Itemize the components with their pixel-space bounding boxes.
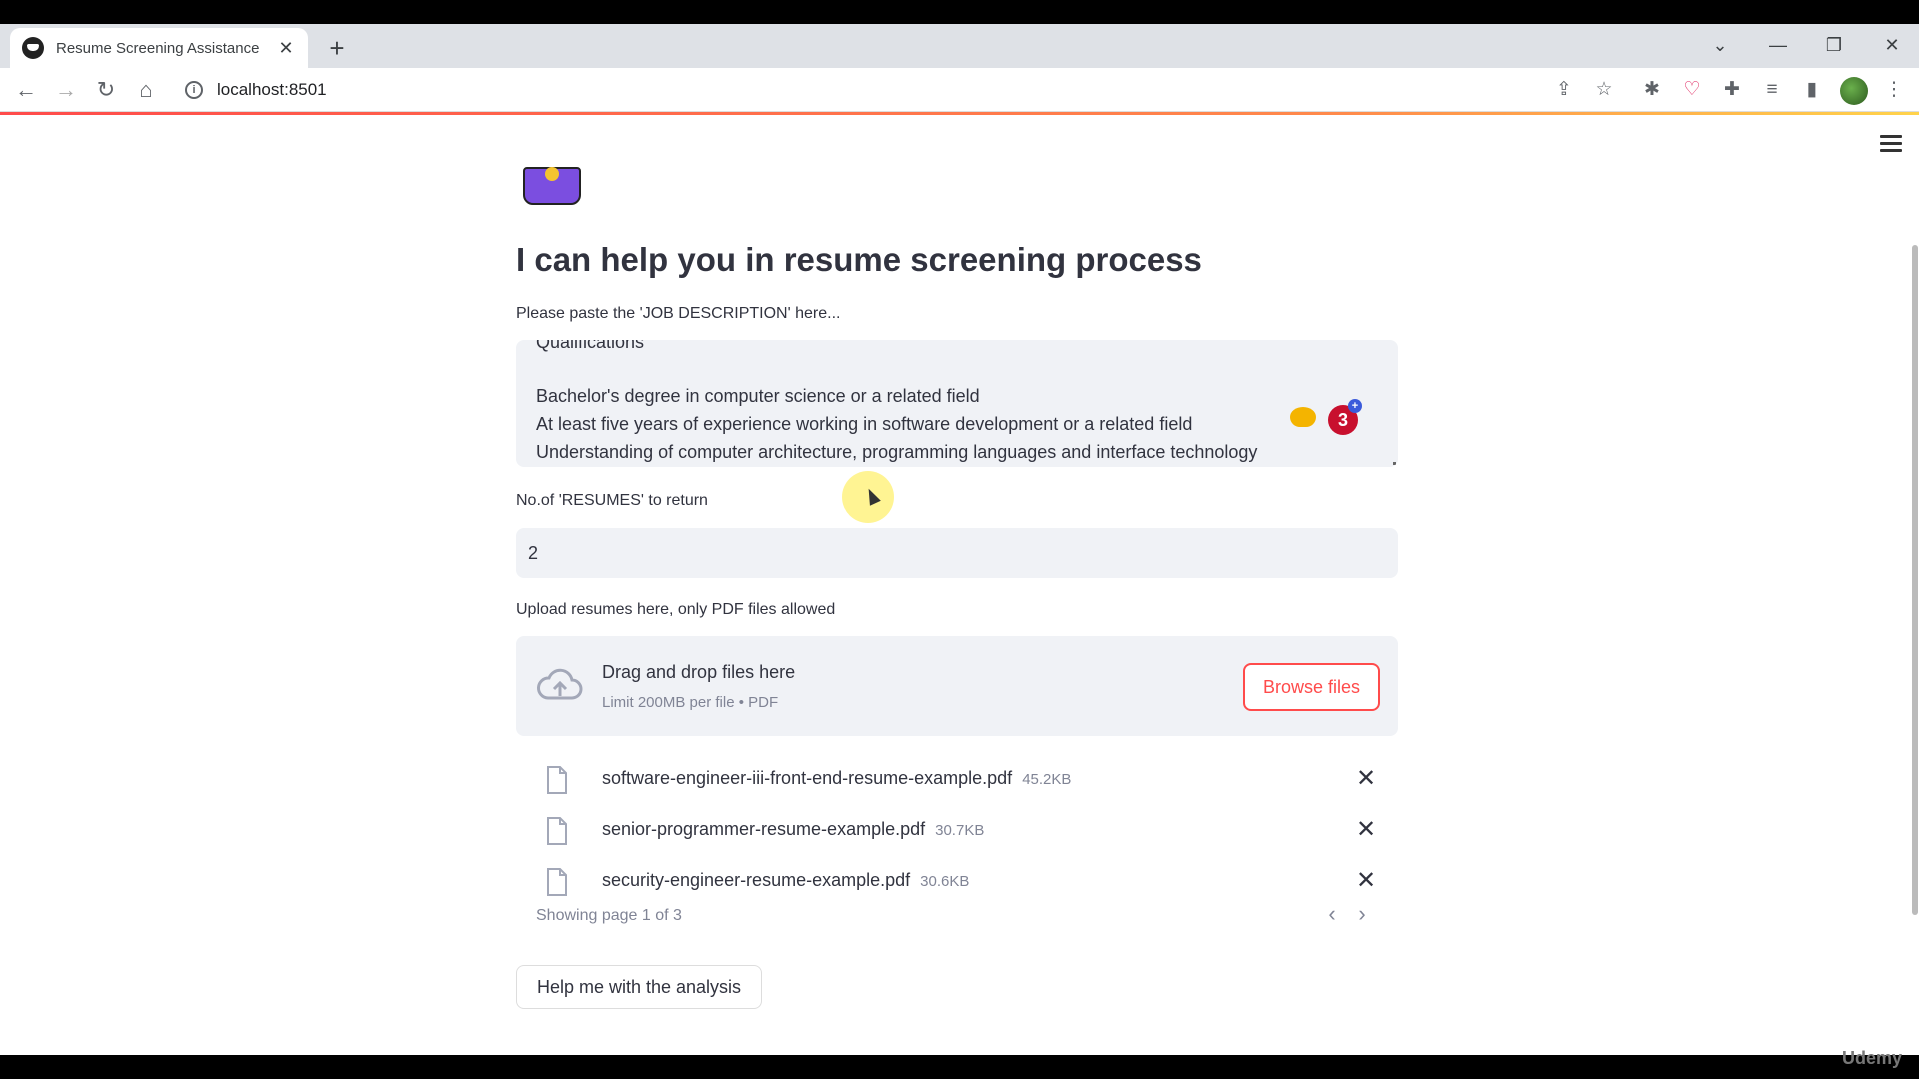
dropzone-limits: Limit 200MB per file • PDF xyxy=(602,694,779,711)
next-page-icon[interactable]: › xyxy=(1352,901,1372,927)
textarea-resize-handle[interactable] xyxy=(1393,462,1396,465)
browser-toolbar: ← → ↻ ⌂ i localhost:8501 ⇪ ☆ ✱ ♡ ✚ ≡ ▮ ⋮ xyxy=(0,68,1919,112)
udemy-watermark: Udemy xyxy=(1842,1048,1903,1068)
uploaded-file-row: software-engineer-iii-front-end-resume-e… xyxy=(516,755,1398,805)
side-panel-icon[interactable]: ▮ xyxy=(1796,74,1828,106)
file-name: software-engineer-iii-front-end-resume-e… xyxy=(602,768,1072,788)
streamlit-favicon-icon xyxy=(22,37,44,59)
uploaded-file-row: security-engineer-resume-example.pdf 30.6… xyxy=(516,857,1398,907)
browser-tab[interactable]: Resume Screening Assistance ✕ xyxy=(10,28,308,68)
file-icon xyxy=(547,817,567,845)
page-title: I can help you in resume screening proce… xyxy=(516,241,1202,278)
grammarly-hand-icon[interactable] xyxy=(1290,407,1316,427)
job-description-textarea[interactable]: Qualifications Bachelor's degree in comp… xyxy=(516,340,1398,467)
home-icon[interactable]: ⌂ xyxy=(130,74,162,106)
pocket-icon[interactable]: ♡ xyxy=(1676,74,1708,106)
main-menu-icon[interactable] xyxy=(1880,135,1902,156)
uploaded-file-row: senior-programmer-resume-example.pdf 30.7… xyxy=(516,806,1398,856)
jd-line: Bachelor's degree in computer science or… xyxy=(536,386,980,406)
jd-line: Qualifications xyxy=(536,340,645,352)
file-size: 45.2KB xyxy=(1022,771,1072,788)
profile-avatar[interactable] xyxy=(1840,77,1868,105)
site-info-icon[interactable]: i xyxy=(185,81,203,99)
file-size: 30.6KB xyxy=(920,873,970,890)
reload-icon[interactable]: ↻ xyxy=(90,74,122,106)
top-bezel xyxy=(0,0,1919,24)
resume-count-input[interactable]: 2 xyxy=(516,528,1398,578)
tab-strip: Resume Screening Assistance ✕ + ⌄ — ❐ ✕ xyxy=(0,24,1919,68)
badge-plus-icon: + xyxy=(1348,399,1362,413)
file-dropzone[interactable]: Drag and drop files here Limit 200MB per… xyxy=(516,636,1398,736)
page-scrollbar[interactable] xyxy=(1912,245,1918,915)
window-close-icon[interactable]: ✕ xyxy=(1872,30,1912,60)
remove-file-icon[interactable]: ✕ xyxy=(1354,867,1378,895)
extension-bug-icon[interactable]: ✱ xyxy=(1636,74,1668,106)
remove-file-icon[interactable]: ✕ xyxy=(1354,765,1378,793)
jd-line: At least five years of experience workin… xyxy=(536,414,1193,434)
app-page: I can help you in resume screening proce… xyxy=(0,115,1919,1055)
file-icon xyxy=(547,766,567,794)
browse-files-button[interactable]: Browse files xyxy=(1243,663,1380,711)
jd-label: Please paste the 'JOB DESCRIPTION' here.… xyxy=(516,305,841,322)
back-icon[interactable]: ← xyxy=(10,74,42,106)
minimize-icon[interactable]: — xyxy=(1758,30,1798,60)
file-name: senior-programmer-resume-example.pdf 30.7… xyxy=(602,819,985,839)
extensions-puzzle-icon[interactable]: ✚ xyxy=(1716,74,1748,106)
forward-icon[interactable]: → xyxy=(50,74,82,106)
file-name: security-engineer-resume-example.pdf 30.6… xyxy=(602,870,970,890)
address-bar[interactable]: i localhost:8501 xyxy=(185,68,327,112)
file-icon xyxy=(547,868,567,896)
remove-file-icon[interactable]: ✕ xyxy=(1354,816,1378,844)
upload-label: Upload resumes here, only PDF files allo… xyxy=(516,601,836,618)
count-label: No.of 'RESUMES' to return xyxy=(516,492,708,509)
previous-page-icon[interactable]: ‹ xyxy=(1322,901,1342,927)
bookmark-star-icon[interactable]: ☆ xyxy=(1588,74,1620,106)
file-size: 30.7KB xyxy=(935,822,985,839)
new-tab-button[interactable]: + xyxy=(322,32,352,64)
tab-search-icon[interactable]: ⌄ xyxy=(1700,30,1740,60)
tab-title: Resume Screening Assistance xyxy=(56,39,260,57)
extension-count-badge[interactable]: 3 + xyxy=(1328,399,1362,435)
pagination-status: Showing page 1 of 3 xyxy=(536,907,682,924)
analyze-button[interactable]: Help me with the analysis xyxy=(516,965,762,1009)
share-icon[interactable]: ⇪ xyxy=(1548,74,1580,106)
tab-close-icon[interactable]: ✕ xyxy=(276,38,296,59)
url-text[interactable]: localhost:8501 xyxy=(217,80,327,100)
reading-list-icon[interactable]: ≡ xyxy=(1756,74,1788,106)
browser-menu-icon[interactable]: ⋮ xyxy=(1878,74,1910,106)
robot-logo-icon xyxy=(523,167,581,205)
dropzone-instructions: Drag and drop files here xyxy=(602,662,796,682)
jd-line: Understanding of computer architecture, … xyxy=(536,442,1258,462)
cloud-upload-icon xyxy=(537,668,583,700)
restore-icon[interactable]: ❐ xyxy=(1814,30,1854,60)
